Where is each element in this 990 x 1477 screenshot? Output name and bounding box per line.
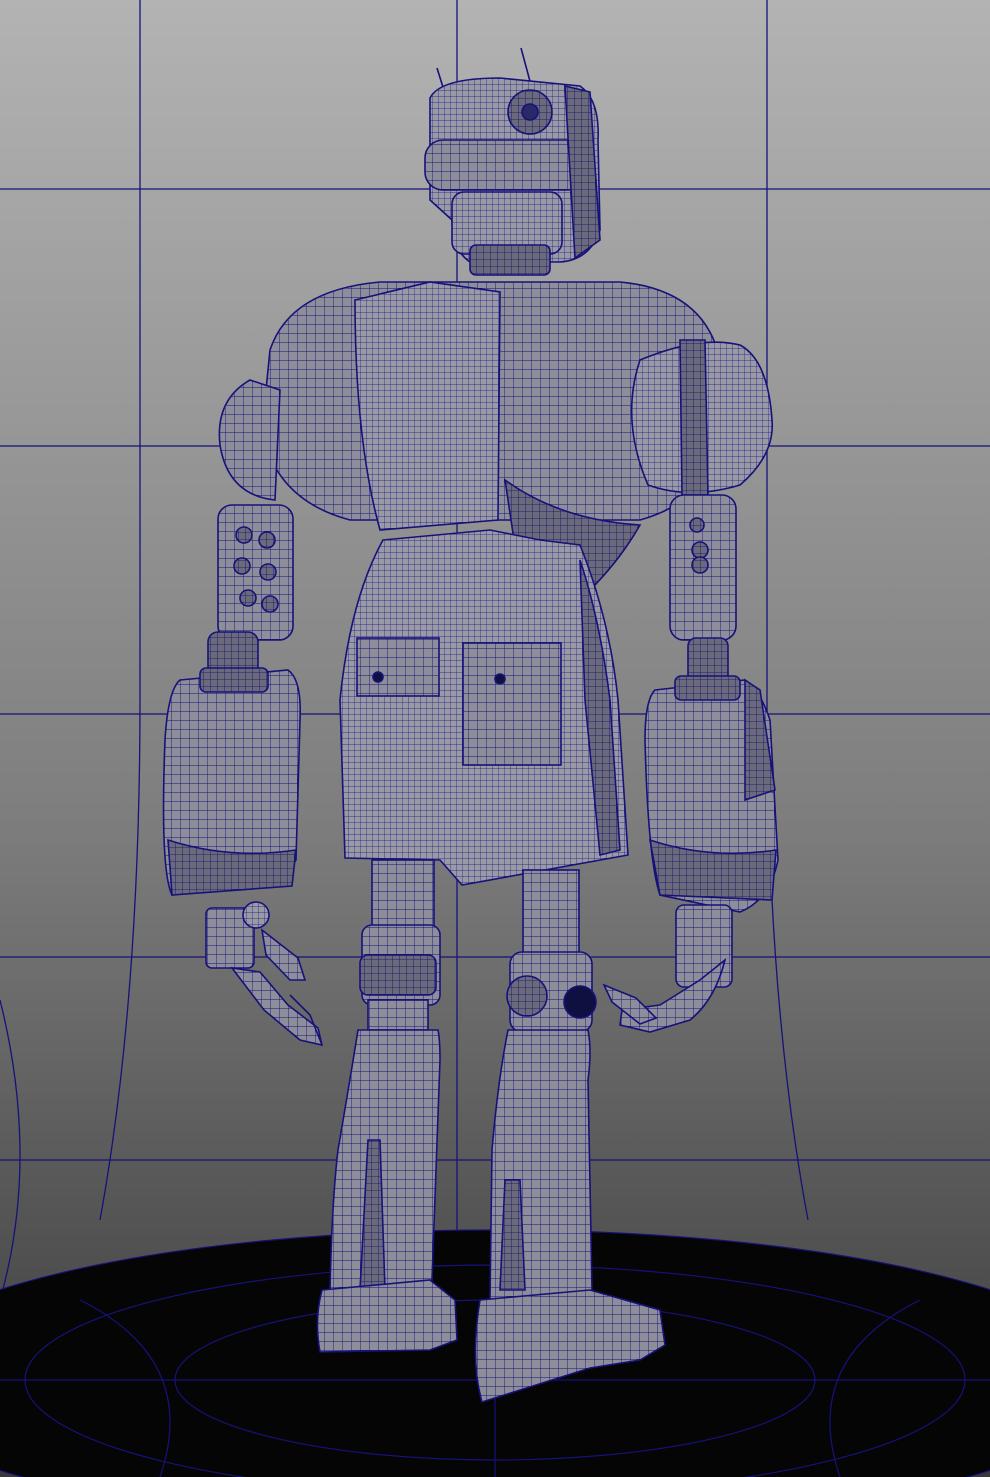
viewport-canvas[interactable]: [0, 0, 990, 1477]
left-forearm[interactable]: [162, 667, 302, 896]
robot-head[interactable]: [424, 77, 601, 263]
3d-viewport[interactable]: [0, 0, 990, 1477]
robot-neck[interactable]: [469, 244, 551, 276]
right-forearm[interactable]: [644, 675, 779, 913]
